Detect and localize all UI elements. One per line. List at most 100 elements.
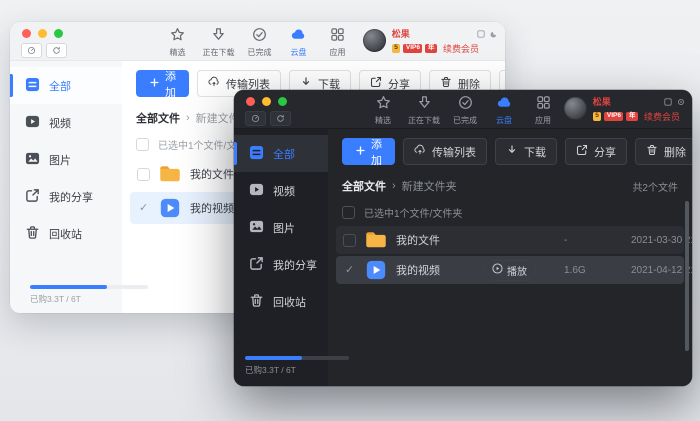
minimize-button[interactable] [262, 97, 271, 106]
delete-button[interactable]: 删除 [635, 138, 692, 165]
nav-featured[interactable]: 精选 [369, 95, 397, 126]
select-all-checkbox[interactable] [136, 138, 149, 151]
file-count: 共2个文件 [632, 182, 678, 194]
nav-apps[interactable]: 应用 [324, 27, 352, 58]
vip-year-badge: 年 [425, 44, 437, 54]
window-controls [246, 97, 287, 106]
settings-icon[interactable] [677, 93, 685, 111]
sidebar-item-all[interactable]: 全部 [10, 67, 122, 104]
nav-cloud-drive[interactable]: 云盘 [490, 95, 518, 126]
check-circle-icon [458, 95, 473, 112]
sidebar-item-recycle-bin[interactable]: 回收站 [10, 215, 122, 252]
add-button[interactable]: 添加 [342, 138, 395, 167]
speedometer-icon[interactable] [245, 111, 266, 126]
renew-membership-link[interactable]: 续费会员 [644, 110, 680, 123]
sidebar-item-videos[interactable]: 视频 [234, 172, 328, 209]
user-account[interactable]: 松果 5 VIP6 年 续费会员 [563, 97, 680, 123]
storage-usage: 已购3.3T / 6T [245, 356, 349, 376]
cloud-icon [291, 27, 306, 44]
breadcrumb: 全部文件 › 新建文件夹 共2个文件 [328, 173, 692, 199]
play-circle-icon [492, 263, 503, 277]
nav-downloading[interactable]: 正在下载 [203, 27, 235, 58]
breadcrumb-current[interactable]: 新建文件夹 [402, 178, 457, 194]
folder-icon [159, 164, 181, 184]
zoom-button[interactable] [278, 97, 287, 106]
video-icon [25, 114, 40, 132]
trash-icon [249, 293, 264, 311]
row-checkbox-checked[interactable] [137, 202, 150, 215]
renew-membership-link[interactable]: 续费会员 [443, 42, 479, 55]
star-icon [170, 27, 185, 44]
play-button[interactable]: 播放 [483, 259, 536, 281]
file-name: 我的文件 [396, 235, 440, 247]
download-arrow-icon [211, 27, 226, 44]
folder-icon [365, 230, 387, 250]
file-name: 我的视频 [190, 203, 234, 215]
download-arrow-icon [417, 95, 432, 112]
refresh-icon[interactable] [46, 43, 67, 58]
row-checkbox[interactable] [137, 167, 150, 181]
download-button[interactable]: 下载 [495, 138, 557, 165]
speedometer-icon[interactable] [21, 43, 42, 58]
storage-usage: 已购3.3T / 6T [30, 285, 148, 305]
row-checkbox-checked[interactable] [343, 264, 356, 277]
chevron-right-icon: › [392, 180, 396, 192]
zoom-button[interactable] [54, 29, 63, 38]
user-account[interactable]: 松果 5 VIP6 年 续费会员 [362, 29, 479, 55]
titlebar-corner-icons [664, 93, 685, 111]
row-checkbox[interactable] [343, 233, 356, 247]
titlebar: 精选 正在下载 已完成 云盘 应用 松果 5 VIP6 年 续费会员 [10, 22, 505, 61]
night-mode-icon[interactable] [490, 25, 498, 43]
nav-completed[interactable]: 已完成 [451, 95, 479, 126]
nav-apps[interactable]: 应用 [529, 95, 557, 126]
theme-icon[interactable] [664, 93, 672, 111]
transfer-list-button[interactable]: 传输列表 [403, 138, 487, 165]
close-button[interactable] [246, 97, 255, 106]
share-button[interactable]: 分享 [565, 138, 627, 165]
select-all-checkbox[interactable] [342, 206, 355, 219]
avatar[interactable] [563, 97, 587, 120]
image-icon [25, 151, 40, 169]
nav-downloading[interactable]: 正在下载 [408, 95, 440, 126]
theme-icon[interactable] [477, 25, 485, 43]
window-body: 全部 视频 图片 我的分享 回收站 添加 传输列表 下载 分享 删除 全部文件 … [234, 129, 692, 386]
file-row-my-files[interactable]: 我的文件 - 2021-03-30 21:32 [336, 226, 692, 254]
sidebar-item-my-shares[interactable]: 我的分享 [234, 246, 328, 283]
check-circle-icon [252, 27, 267, 44]
vip-badge: VIP6 [403, 44, 423, 54]
sidebar: 全部 视频 图片 我的分享 回收站 [10, 61, 122, 313]
file-row-my-videos[interactable]: 我的视频 播放 1.6G 2021-04-12 21:32 [336, 256, 692, 284]
nav-featured[interactable]: 精选 [164, 27, 192, 58]
nav-completed[interactable]: 已完成 [246, 27, 274, 58]
titlebar-corner-icons [477, 25, 498, 43]
list-icon [249, 145, 264, 163]
front-window: 精选 正在下载 已完成 云盘 应用 松果 5 VIP6 年 续费会员 全部 视频… [234, 90, 692, 386]
nav-cloud-drive[interactable]: 云盘 [285, 27, 313, 58]
avatar[interactable] [362, 29, 386, 52]
refresh-icon[interactable] [270, 111, 291, 126]
breadcrumb-root[interactable]: 全部文件 [342, 178, 386, 194]
share-icon [370, 76, 382, 91]
storage-progress-fill [245, 356, 303, 360]
sidebar-item-images[interactable]: 图片 [10, 141, 122, 178]
selection-info-row: 已选中1个文件/文件夹 [328, 199, 692, 225]
window-controls [22, 29, 63, 38]
storage-label: 已购3.3T / 6T [245, 365, 296, 375]
add-button[interactable]: 添加 [136, 70, 189, 99]
cloud-icon [497, 95, 512, 112]
list-icon [25, 77, 40, 95]
sidebar-item-images[interactable]: 图片 [234, 209, 328, 246]
sidebar-item-recycle-bin[interactable]: 回收站 [234, 283, 328, 320]
vip-badge: VIP6 [604, 112, 624, 122]
apps-grid-icon [330, 27, 345, 44]
scrollbar[interactable] [685, 201, 689, 351]
sidebar-item-videos[interactable]: 视频 [10, 104, 122, 141]
sidebar-item-my-shares[interactable]: 我的分享 [10, 178, 122, 215]
sidebar-item-all[interactable]: 全部 [234, 135, 328, 172]
plus-icon [149, 77, 160, 91]
minimize-button[interactable] [38, 29, 47, 38]
close-button[interactable] [22, 29, 31, 38]
file-date: 2021-04-12 21:32 [631, 264, 692, 276]
breadcrumb-root[interactable]: 全部文件 [136, 110, 180, 126]
action-toolbar: 添加 传输列表 下载 分享 删除 [328, 129, 692, 173]
